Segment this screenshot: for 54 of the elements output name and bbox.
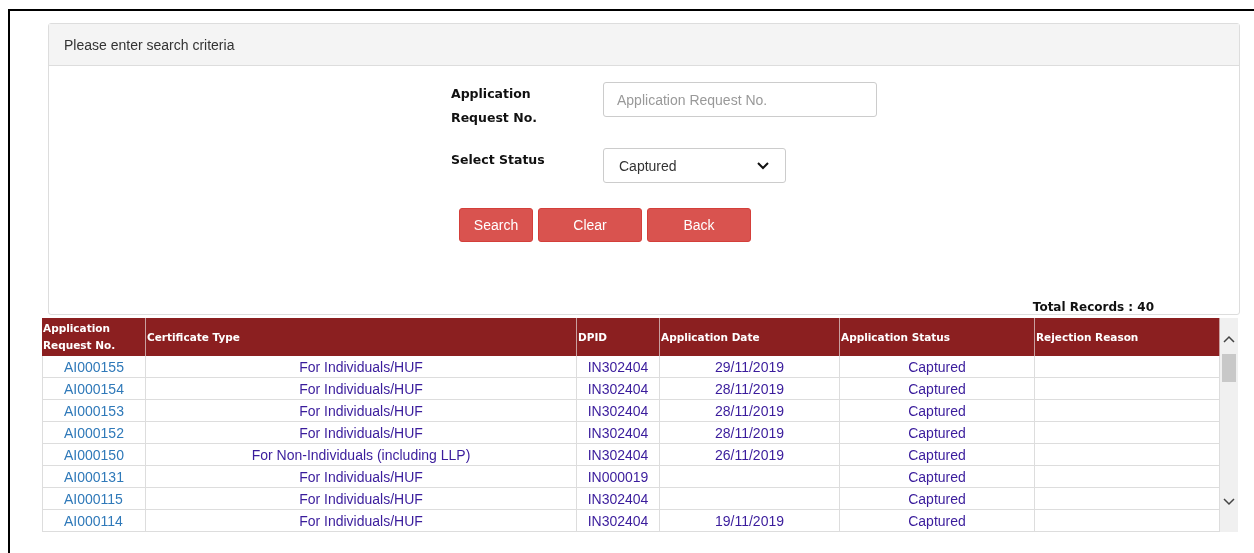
request-link[interactable]: AI000152 bbox=[64, 424, 124, 441]
table-cell: IN302404 bbox=[587, 446, 649, 463]
table-cell: IN302404 bbox=[587, 402, 649, 419]
request-link[interactable]: AI000155 bbox=[64, 358, 124, 375]
action-button[interactable]: Back bbox=[647, 208, 751, 242]
table-cell: Captured bbox=[908, 490, 966, 507]
table-cell: For Individuals/HUF bbox=[299, 380, 423, 397]
table-cell: Captured bbox=[908, 512, 966, 529]
table-cell: Captured bbox=[908, 468, 966, 485]
field-label: Select Status bbox=[451, 151, 546, 169]
action-button[interactable]: Search bbox=[459, 208, 533, 242]
table-cell: For Individuals/HUF bbox=[299, 424, 423, 441]
table-cell: Captured bbox=[908, 380, 966, 397]
request-link[interactable]: AI000150 bbox=[64, 446, 124, 463]
table-cell: IN000019 bbox=[587, 468, 649, 485]
column-header: Application Date bbox=[660, 318, 840, 356]
table-cell: IN302404 bbox=[587, 512, 649, 529]
table-cell: 26/11/2019 bbox=[715, 446, 784, 463]
panel-title: Please enter search criteria bbox=[64, 36, 235, 53]
action-button[interactable]: Clear bbox=[538, 208, 642, 242]
table-cell: Captured bbox=[908, 358, 966, 375]
table-cell: For Individuals/HUF bbox=[299, 512, 423, 529]
table-cell: IN302404 bbox=[587, 380, 649, 397]
column-header: DPID bbox=[577, 318, 660, 356]
table-cell: 29/11/2019 bbox=[715, 358, 784, 375]
request-number-field[interactable]: Application Request No. bbox=[603, 82, 877, 117]
request-link[interactable]: AI000131 bbox=[64, 468, 124, 485]
request-link[interactable]: AI000153 bbox=[64, 402, 124, 419]
table-cell: Captured bbox=[908, 402, 966, 419]
column-header: Application Status bbox=[840, 318, 1035, 356]
table-cell: For Individuals/HUF bbox=[299, 358, 423, 375]
table-cell: Captured bbox=[908, 424, 966, 441]
field-label: Application Request No. bbox=[451, 85, 538, 127]
request-link[interactable]: AI000115 bbox=[64, 490, 123, 507]
status-dropdown[interactable]: Captured bbox=[603, 148, 786, 183]
chevron-down-icon bbox=[757, 161, 769, 170]
request-link[interactable]: AI000154 bbox=[64, 380, 124, 397]
table-cell: 28/11/2019 bbox=[715, 380, 784, 397]
table-cell: 19/11/2019 bbox=[715, 512, 784, 529]
total-records: Total Records : 40 bbox=[1032, 300, 1154, 314]
table-cell: Captured bbox=[908, 446, 966, 463]
table-cell: For Individuals/HUF bbox=[299, 468, 423, 485]
scrollbar[interactable] bbox=[1220, 318, 1238, 532]
table-cell: IN302404 bbox=[587, 424, 649, 441]
request-link[interactable]: AI000114 bbox=[64, 512, 123, 529]
column-header: Certificate Type bbox=[146, 318, 577, 356]
table-cell: IN302404 bbox=[587, 358, 649, 375]
table-cell: For Individuals/HUF bbox=[299, 402, 423, 419]
column-header: Application Request No. bbox=[42, 318, 146, 356]
table-cell: 28/11/2019 bbox=[715, 424, 784, 441]
table-cell: For Individuals/HUF bbox=[299, 490, 423, 507]
table-cell: 28/11/2019 bbox=[715, 402, 784, 419]
table-cell: For Non-Individuals (including LLP) bbox=[251, 446, 471, 463]
table-cell: IN302404 bbox=[587, 490, 649, 507]
